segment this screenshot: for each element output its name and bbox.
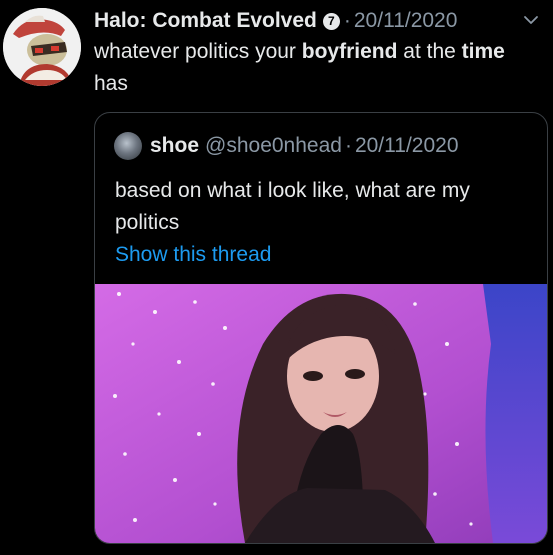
quoted-separator: · (344, 134, 352, 157)
quoted-handle: @shoe0nhead (205, 134, 342, 157)
chevron-down-icon[interactable] (523, 12, 539, 28)
header-separator: · (343, 9, 351, 32)
tweet-text-part3: has (94, 72, 128, 95)
quoted-text: based on what i look like, what are my p… (115, 179, 470, 234)
tweet-text: whatever politics your boyfriend at the … (94, 36, 524, 100)
badge-icon: 7 (322, 12, 340, 30)
tweet-date[interactable]: 20/11/2020 (354, 9, 458, 33)
quoted-date: 20/11/2020 (354, 134, 459, 157)
quoted-name: shoe (150, 134, 200, 157)
tweet: Halo: Combat Evolved 7 · 20/11/2020 what… (0, 0, 553, 555)
tweet-header: Halo: Combat Evolved 7 · 20/11/2020 (94, 6, 553, 36)
show-thread-link[interactable]: Show this thread (115, 239, 271, 271)
quoted-tweet-card[interactable]: shoe @shoe0nhead · 20/11/2020 based on w… (94, 112, 548, 544)
quoted-media-image[interactable] (95, 284, 547, 543)
badge-glyph: 7 (328, 13, 335, 28)
tweet-text-part2: at the (397, 40, 462, 63)
tweet-text-bold: boyfriend (301, 40, 398, 63)
author-name[interactable]: Halo: Combat Evolved (94, 9, 317, 33)
tweet-text-bold2: time (461, 40, 505, 63)
quoted-avatar (114, 132, 142, 160)
quoted-tweet-header: shoe @shoe0nhead · 20/11/2020 (114, 131, 537, 161)
media-illustration (95, 284, 547, 543)
avatar-illustration (3, 8, 81, 86)
tweet-text-part1: whatever politics your (94, 40, 302, 63)
avatar[interactable] (3, 8, 81, 86)
